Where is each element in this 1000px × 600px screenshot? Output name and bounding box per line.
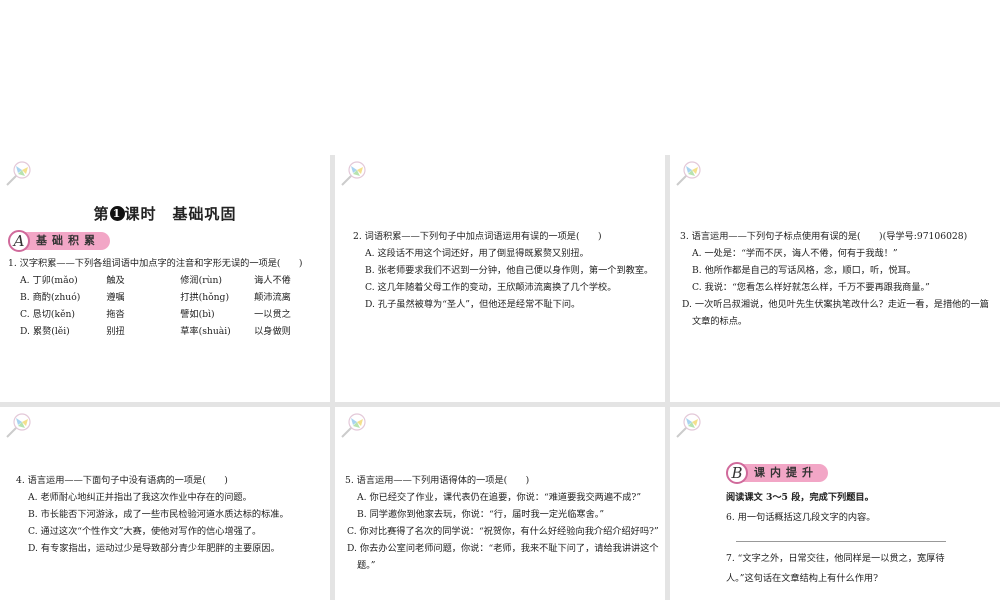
slide-6[interactable]: B 课内提升 阅读课文 3～5 段，完成下列题目。 6. 用一句话概括这几段文字的…: [670, 407, 1000, 600]
question-5: 5. 语言运用——下列用语得体的一项是( ) A. 你已经交了作业，课代表仍在追…: [345, 475, 659, 571]
lesson-title: 第 1 课时 基础巩固: [93, 205, 237, 223]
question-2: 2. 词语积累——下列句子中加点词语运用有误的一项是( ) A. 这段话不用这个…: [353, 231, 654, 310]
option-row-d: D. 累赘(lěi) 别扭 草率(shuài) 以身做则: [20, 326, 291, 337]
magnifier-logo-icon: [341, 161, 366, 186]
option-row-b: B. 商酌(zhuó) 遵嘱 打拱(hǒng) 颠沛流离: [20, 292, 291, 303]
magnifier-logo-icon: [676, 413, 701, 438]
slide-4[interactable]: 4. 语言运用——下面句子中没有语病的一项是( ) A. 老师耐心地纠正并指出了…: [0, 407, 330, 600]
question-4: 4. 语言运用——下面句子中没有语病的一项是( ) A. 老师耐心地纠正并指出了…: [16, 475, 289, 554]
question-1: 1. 汉字积累——下列各组词语中加点字的注音和字形无误的一项是( ) A. 丁卯…: [8, 255, 328, 340]
slide-3[interactable]: 3. 语言运用——下列句子标点使用有误的是( )(导学号:97106028) A…: [670, 155, 1000, 402]
question-3: 3. 语言运用——下列句子标点使用有误的是( )(导学号:97106028) A…: [680, 231, 989, 327]
section-a-badge: A 基础积累: [8, 230, 110, 252]
slide-1[interactable]: 第 1 课时 基础巩固 A 基础积累 1. 汉字积累——下列各组词语中加点字的注音和字…: [0, 155, 330, 402]
magnifier-logo-icon: [676, 161, 701, 186]
option-row-a: A. 丁卯(mǎo) 触及 修润(rùn) 诲人不倦: [20, 275, 291, 286]
magnifier-logo-icon: [341, 413, 366, 438]
question-7: 7. “文字之外，日常交往，他同样是一以贯之，宽厚待人。”这句话在文章结构上有什…: [726, 553, 945, 584]
magnifier-logo-icon: [6, 413, 31, 438]
option-row-c: C. 恳切(kěn) 拖沓 譬如(bì) 一以贯之: [20, 309, 291, 320]
answer-line: [736, 541, 946, 542]
reading-instruction: 阅读课文 3～5 段，完成下列题目。: [726, 492, 874, 503]
section-b-badge: B 课内提升: [726, 462, 828, 484]
slide-5[interactable]: 5. 语言运用——下列用语得体的一项是( ) A. 你已经交了作业，课代表仍在追…: [335, 407, 665, 600]
magnifier-logo-icon: [6, 161, 31, 186]
question-6: 6. 用一句话概括这几段文字的内容。: [726, 512, 876, 523]
slide-2[interactable]: 2. 词语积累——下列句子中加点词语运用有误的一项是( ) A. 这段话不用这个…: [335, 155, 665, 402]
slide-grid: 第 1 课时 基础巩固 A 基础积累 1. 汉字积累——下列各组词语中加点字的注音和字…: [0, 155, 1000, 600]
